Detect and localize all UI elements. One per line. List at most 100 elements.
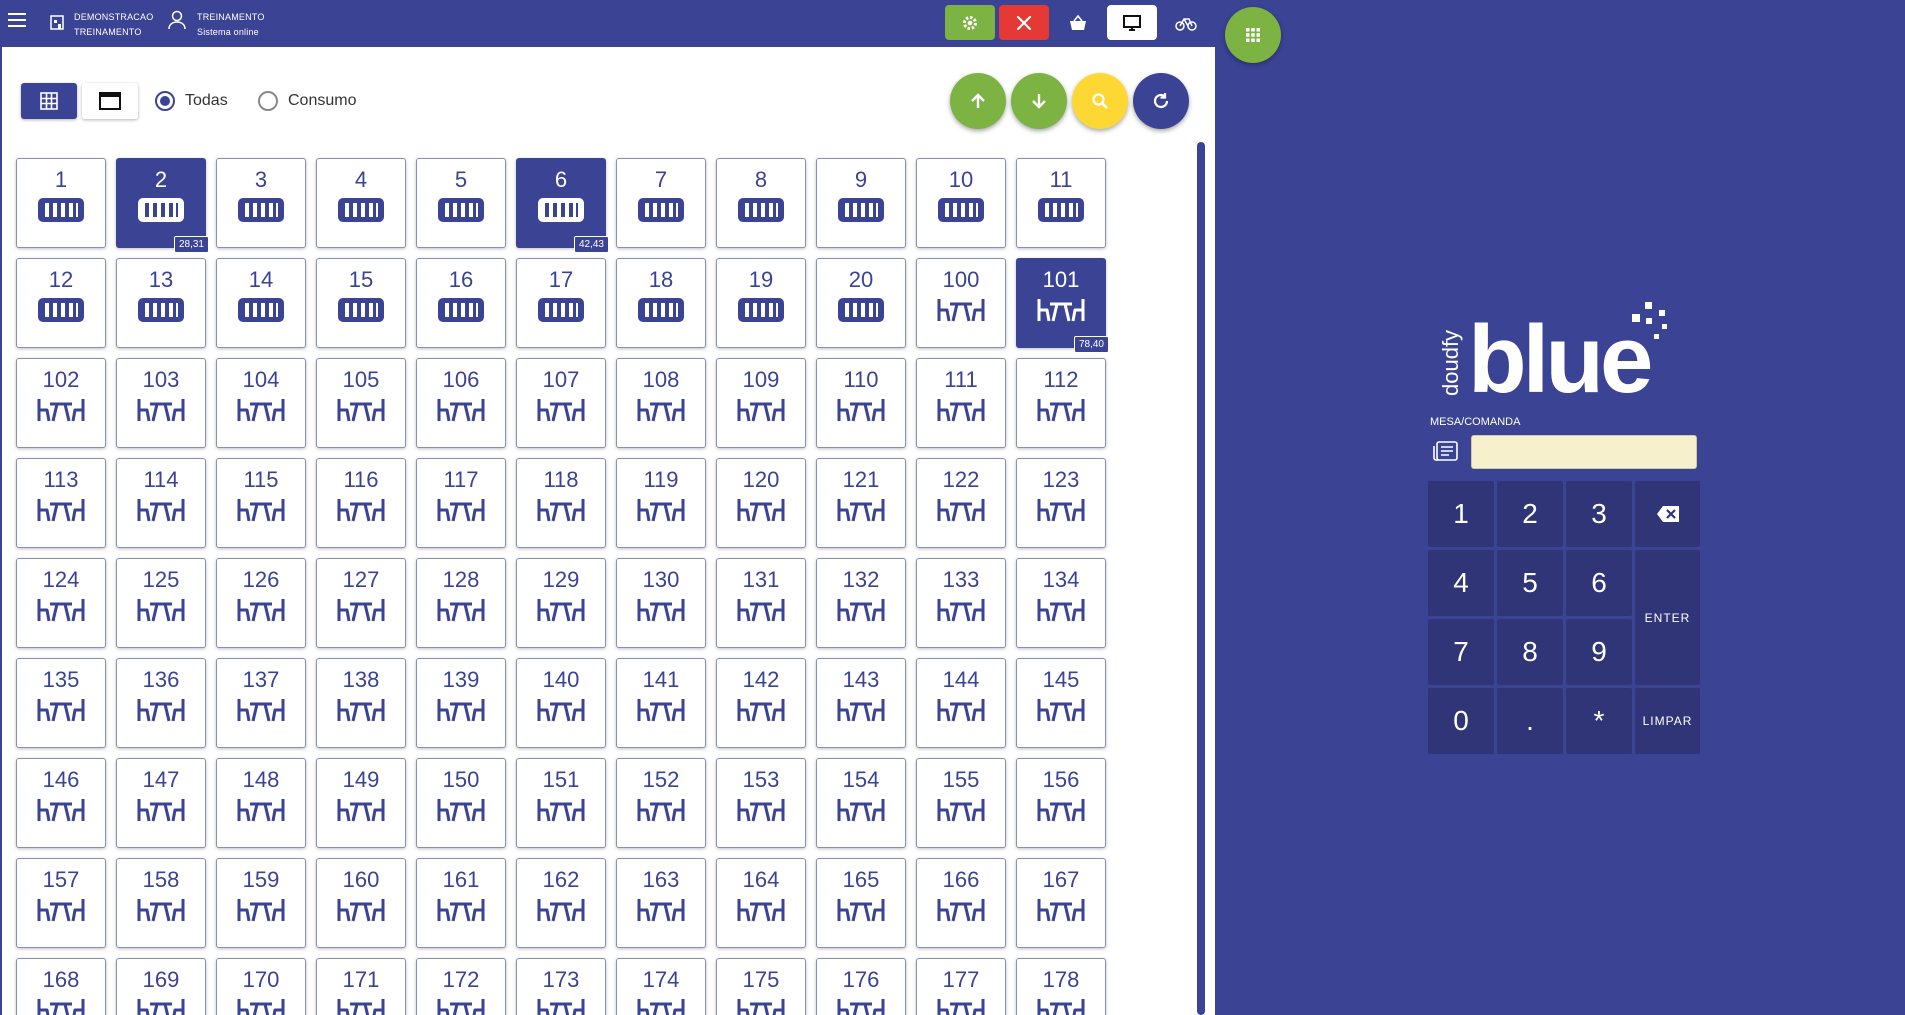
backspace-key[interactable] [1635,481,1700,547]
table-tile[interactable]: 172 [416,958,506,1015]
table-tile[interactable]: 144 [916,658,1006,748]
table-tile[interactable]: 170 [216,958,306,1015]
table-tile[interactable]: 133 [916,558,1006,648]
table-tile[interactable]: 107 [516,358,606,448]
key-9[interactable]: 9 [1566,619,1632,685]
table-tile[interactable]: 160 [316,858,406,948]
key-2[interactable]: 2 [1497,481,1563,547]
table-tile[interactable]: 5 [416,158,506,248]
settings-button[interactable] [945,5,995,40]
key-7[interactable]: 7 [1428,619,1494,685]
clear-key[interactable]: LIMPAR [1635,688,1700,754]
table-tile[interactable]: 104 [216,358,306,448]
table-tile[interactable]: 127 [316,558,406,648]
table-tile[interactable]: 151 [516,758,606,848]
table-tile[interactable]: 124 [16,558,106,648]
table-tile[interactable]: 143 [816,658,906,748]
key-8[interactable]: 8 [1497,619,1563,685]
kitchen-button[interactable] [999,5,1049,40]
table-tile[interactable]: 174 [616,958,706,1015]
table-tile[interactable]: 146 [16,758,106,848]
table-tile[interactable]: 112 [1016,358,1106,448]
table-tile[interactable]: 162 [516,858,606,948]
table-tile[interactable]: 176 [816,958,906,1015]
table-tile[interactable]: 120 [716,458,806,548]
comanda-icon[interactable] [1432,440,1460,467]
table-tile[interactable]: 1 [16,158,106,248]
table-tile[interactable]: 166 [916,858,1006,948]
table-tile[interactable]: 122 [916,458,1006,548]
table-tile[interactable]: 135 [16,658,106,748]
table-tile[interactable]: 128 [416,558,506,648]
table-tile[interactable]: 109 [716,358,806,448]
table-tile[interactable]: 171 [316,958,406,1015]
table-tile[interactable]: 137 [216,658,306,748]
table-tile[interactable]: 117 [416,458,506,548]
key-1[interactable]: 1 [1428,481,1494,547]
key-0[interactable]: 0 [1428,688,1494,754]
table-tile[interactable]: 7 [616,158,706,248]
table-tile[interactable]: 3 [216,158,306,248]
table-tile[interactable]: 129 [516,558,606,648]
table-tile[interactable]: 154 [816,758,906,848]
table-tile[interactable]: 106 [416,358,506,448]
table-tile[interactable]: 105 [316,358,406,448]
table-tile[interactable]: 118 [516,458,606,548]
table-tile[interactable]: 18 [616,258,706,348]
table-tile[interactable]: 121 [816,458,906,548]
table-tile[interactable]: 136 [116,658,206,748]
table-tile[interactable]: 145 [1016,658,1106,748]
table-tile[interactable]: 155 [916,758,1006,848]
table-tile[interactable]: 20 [816,258,906,348]
table-tile[interactable]: 130 [616,558,706,648]
search-button[interactable] [1072,73,1128,129]
table-tile[interactable]: 10 [916,158,1006,248]
table-tile[interactable]: 159 [216,858,306,948]
table-tile[interactable]: 114 [116,458,206,548]
table-tile[interactable]: 142 [716,658,806,748]
apps-button[interactable] [1225,7,1281,63]
table-tile[interactable]: 177 [916,958,1006,1015]
table-tile[interactable]: 13 [116,258,206,348]
table-tile[interactable]: 178 [1016,958,1106,1015]
table-tile[interactable]: 119 [616,458,706,548]
table-tile[interactable]: 102 [16,358,106,448]
table-tile[interactable]: 132 [816,558,906,648]
table-tile[interactable]: 14 [216,258,306,348]
table-tile[interactable]: 11 [1016,158,1106,248]
table-tile[interactable]: 115 [216,458,306,548]
lookup-input[interactable] [1471,435,1697,469]
table-tile[interactable]: 168 [16,958,106,1015]
table-tile[interactable]: 173 [516,958,606,1015]
table-tile[interactable]: 138 [316,658,406,748]
table-tile[interactable]: 12 [16,258,106,348]
table-tile[interactable]: 8 [716,158,806,248]
basket-button[interactable] [1053,5,1103,40]
key-5[interactable]: 5 [1497,550,1563,616]
table-tile[interactable]: 156 [1016,758,1106,848]
table-tile[interactable]: 141 [616,658,706,748]
table-tile[interactable]: 4 [316,158,406,248]
table-tile[interactable]: 148 [216,758,306,848]
table-tile[interactable]: 175 [716,958,806,1015]
table-tile[interactable]: 158 [116,858,206,948]
table-tile[interactable]: 2 28,31 [116,158,209,253]
scrollbar[interactable] [1197,142,1205,1015]
table-tile[interactable]: 113 [16,458,106,548]
key-dot[interactable]: . [1497,688,1563,754]
table-tile[interactable]: 125 [116,558,206,648]
table-tile[interactable]: 6 42,43 [516,158,609,253]
table-tile[interactable]: 131 [716,558,806,648]
table-tile[interactable]: 9 [816,158,906,248]
filter-consumption-radio[interactable]: Consumo [258,91,356,111]
key-star[interactable]: * [1566,688,1632,754]
table-tile[interactable]: 126 [216,558,306,648]
table-tile[interactable]: 161 [416,858,506,948]
table-tile[interactable]: 134 [1016,558,1106,648]
enter-key[interactable]: ENTER [1635,550,1700,685]
table-tile[interactable]: 103 [116,358,206,448]
scroll-down-button[interactable] [1011,73,1067,129]
table-tile[interactable]: 140 [516,658,606,748]
window-view-button[interactable] [82,83,138,119]
table-tile[interactable]: 163 [616,858,706,948]
